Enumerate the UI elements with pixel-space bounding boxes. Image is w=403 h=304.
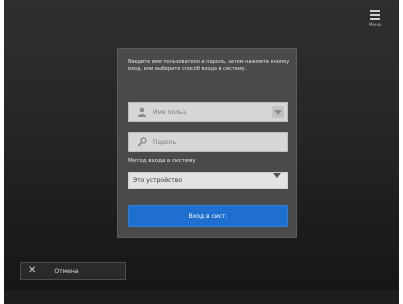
cancel-button[interactable]: ✕ Отмена	[20, 262, 126, 280]
chevron-down-icon	[274, 109, 282, 115]
hamburger-icon	[370, 10, 380, 20]
cancel-label: Отмена	[54, 267, 79, 275]
username-field[interactable]: Имя польз.	[128, 102, 288, 122]
login-method-select[interactable]: Это устройство	[128, 172, 288, 197]
password-placeholder: Пароль	[153, 138, 177, 146]
user-icon	[135, 107, 149, 117]
bottom-bar	[4, 290, 399, 304]
login-dialog: Введите имя пользователя и пароль, затем…	[117, 48, 297, 238]
instruction-text: Введите имя пользователя и пароль, затем…	[128, 59, 290, 72]
password-field[interactable]: Пароль	[128, 132, 288, 152]
login-screen: Меню Введите имя пользователя и пароль, …	[4, 0, 399, 290]
close-icon: ✕	[28, 265, 37, 276]
username-dropdown-button[interactable]	[272, 106, 284, 118]
chevron-down-icon	[273, 173, 281, 197]
key-icon	[135, 137, 149, 147]
login-button[interactable]: Вход в сист.	[128, 205, 288, 227]
login-method-value: Это устройство	[133, 177, 182, 184]
menu-label: Меню	[369, 22, 381, 27]
username-placeholder: Имя польз.	[153, 108, 188, 116]
login-method-label: Метод входа в систему	[128, 158, 196, 164]
menu-button[interactable]: Меню	[361, 8, 389, 34]
